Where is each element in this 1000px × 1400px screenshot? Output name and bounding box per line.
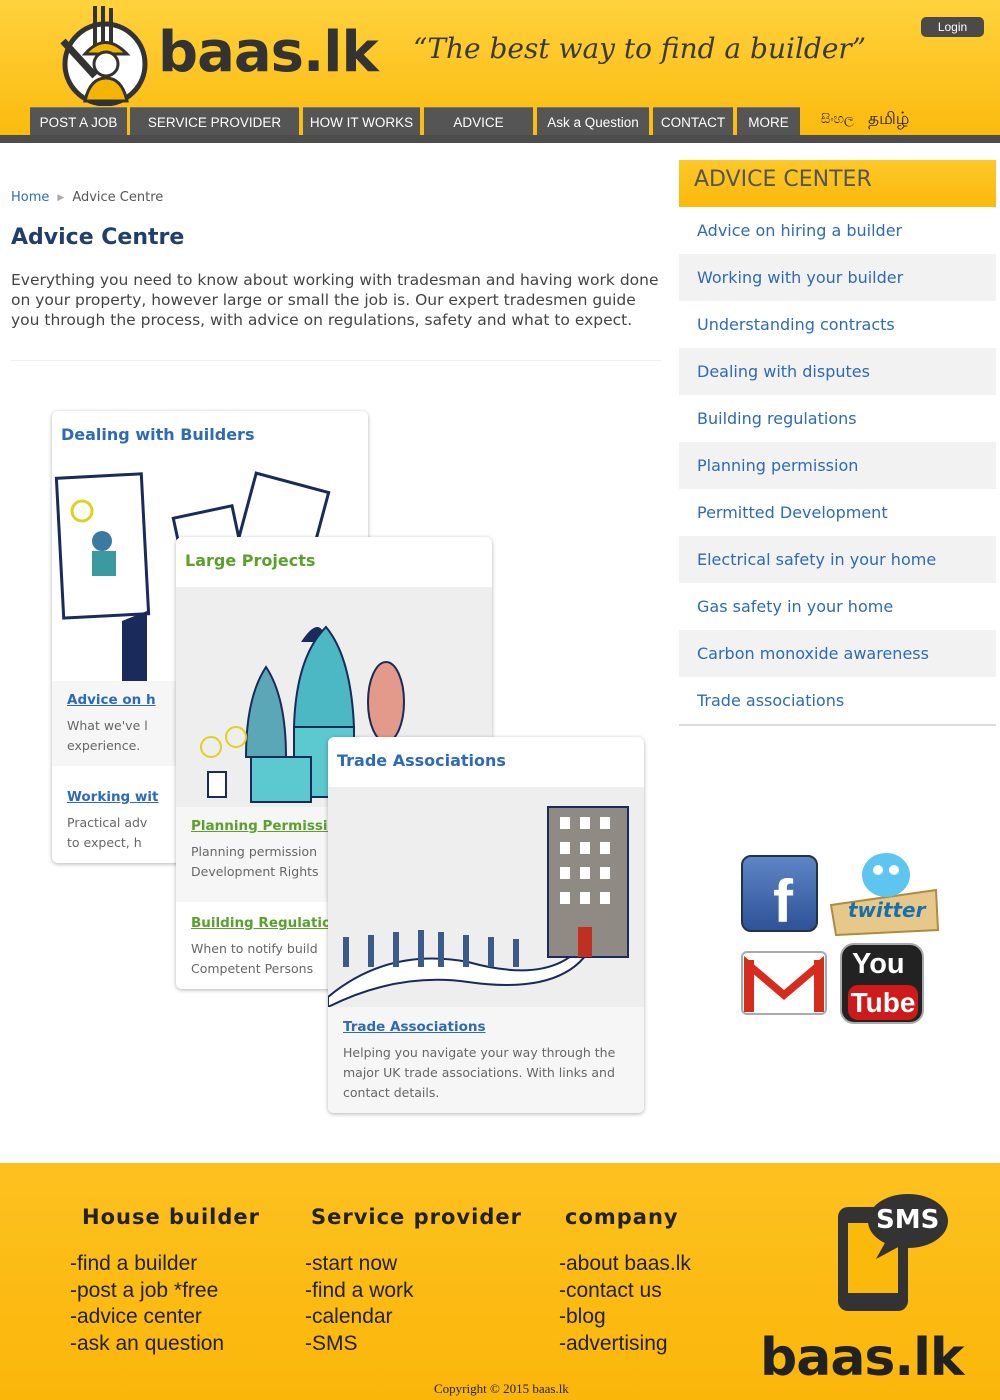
card-link[interactable]: Advice on h — [67, 692, 156, 708]
gmail-envelope-icon — [741, 951, 827, 1015]
facebook-icon[interactable]: f — [741, 855, 818, 935]
facebook-glyph: f — [773, 868, 793, 935]
youtube-icon[interactable]: You Tube — [840, 943, 924, 1024]
lang-tamil[interactable]: தமிழ் — [868, 109, 910, 131]
footer-link[interactable]: -find a work — [305, 1278, 414, 1305]
page-intro: Everything you need to know about workin… — [11, 271, 659, 329]
footer-list-company: -about baas.lk -contact us -blog -advert… — [559, 1251, 691, 1357]
breadcrumb-current: Advice Centre — [72, 190, 164, 205]
card-desc: Helping you navigate your way through th… — [343, 1045, 616, 1100]
youtube-label-bottom: Tube — [848, 985, 918, 1020]
advice-sidebar: ADVICE CENTER Advice on hiring a builder… — [679, 160, 996, 726]
card-title[interactable]: Large Projects — [185, 551, 315, 570]
building-queue-illustration — [328, 787, 644, 1007]
nav-more[interactable]: MORE — [737, 107, 800, 136]
sidebar-item-trade[interactable]: Trade associations — [679, 677, 996, 724]
twitter-icon[interactable]: twitter — [826, 850, 942, 937]
twitter-label: twitter — [848, 898, 926, 922]
footer-link[interactable]: -ask an question — [70, 1331, 224, 1358]
sidebar-item-carbon-monoxide[interactable]: Carbon monoxide awareness — [679, 630, 996, 677]
breadcrumb: Home ▶ Advice Centre — [11, 190, 163, 205]
footer-link[interactable]: -SMS — [305, 1331, 414, 1358]
nav-contact[interactable]: CONTACT — [653, 107, 733, 136]
footer-link[interactable]: -about baas.lk — [559, 1251, 691, 1278]
footer-link[interactable]: -advice center — [70, 1304, 224, 1331]
sidebar-item-planning[interactable]: Planning permission — [679, 442, 996, 489]
sms-phone-icon[interactable]: SMS — [836, 1193, 948, 1313]
footer-link[interactable]: -calendar — [305, 1304, 414, 1331]
footer-link[interactable]: -blog — [559, 1304, 691, 1331]
copyright: Copyright © 2015 baas.lk — [434, 1381, 569, 1396]
sidebar-item-hiring[interactable]: Advice on hiring a builder — [679, 207, 996, 254]
site-header: baas.lk “The best way to find a builder”… — [0, 0, 1000, 159]
tagline: “The best way to find a builder” — [413, 32, 867, 65]
card-desc: Practical adv to expect, h — [67, 815, 148, 850]
breadcrumb-home[interactable]: Home — [11, 190, 49, 205]
sidebar-item-gas[interactable]: Gas safety in your home — [679, 583, 996, 630]
card-link[interactable]: Planning Permissio — [191, 818, 337, 834]
nav-how-it-works[interactable]: HOW IT WORKS — [303, 107, 420, 136]
divider — [11, 360, 661, 361]
page-title: Advice Centre — [11, 225, 185, 250]
card-title[interactable]: Dealing with Builders — [61, 425, 254, 444]
footer-link[interactable]: -advertising — [559, 1331, 691, 1358]
card-link[interactable]: Working wit — [67, 789, 158, 805]
sidebar-item-working[interactable]: Working with your builder — [679, 254, 996, 301]
site-footer: House builder Service provider company -… — [0, 1163, 1000, 1400]
login-button[interactable]: Login — [921, 17, 984, 37]
footer-list-service-provider: -start now -find a work -calendar -SMS — [305, 1251, 414, 1357]
builder-logo-icon[interactable] — [55, 6, 155, 106]
lang-sinhala[interactable]: සිංහල — [821, 112, 854, 127]
nav-post-a-job[interactable]: POST A JOB — [30, 107, 127, 136]
sidebar-item-electrical[interactable]: Electrical safety in your home — [679, 536, 996, 583]
card-desc: Planning permission Development Rights — [191, 844, 319, 879]
footer-heading-company: company — [565, 1205, 679, 1229]
card-desc: What we've l experience. — [67, 718, 148, 753]
card-link[interactable]: Trade Associations — [343, 1019, 486, 1035]
card-title[interactable]: Trade Associations — [337, 751, 506, 770]
sidebar-item-contracts[interactable]: Understanding contracts — [679, 301, 996, 348]
card-trade-associations: Trade Associations Trade Associations He… — [328, 737, 644, 1113]
card-link[interactable]: Building Regulatio — [191, 915, 331, 931]
sms-label: SMS — [876, 1205, 940, 1235]
footer-heading-house-builder: House builder — [82, 1205, 261, 1229]
footer-heading-service-provider: Service provider — [311, 1205, 522, 1229]
footer-logo[interactable]: baas.lk — [760, 1328, 965, 1388]
sidebar-heading: ADVICE CENTER — [679, 160, 996, 207]
sidebar-item-disputes[interactable]: Dealing with disputes — [679, 348, 996, 395]
footer-link[interactable]: -post a job *free — [70, 1278, 224, 1305]
nav-advice-center[interactable]: ADVICE CENTER — [424, 107, 533, 159]
nav-service-provider-start[interactable]: SERVICE PROVIDER START — [130, 107, 299, 159]
footer-list-house-builder: -find a builder -post a job *free -advic… — [70, 1251, 224, 1357]
twitter-bird-icon — [829, 853, 940, 937]
sidebar-item-regulations[interactable]: Building regulations — [679, 395, 996, 442]
footer-link[interactable]: -contact us — [559, 1278, 691, 1305]
card-desc: When to notify build Competent Persons — [191, 941, 318, 976]
footer-link[interactable]: -find a builder — [70, 1251, 224, 1278]
breadcrumb-arrow-icon: ▶ — [57, 193, 65, 203]
sidebar-item-permitted[interactable]: Permitted Development — [679, 489, 996, 536]
footer-link[interactable]: -start now — [305, 1251, 414, 1278]
site-logo[interactable]: baas.lk — [158, 20, 379, 85]
nav-shadow-bar — [0, 135, 1000, 143]
nav-ask-a-question[interactable]: Ask a Question — [537, 107, 649, 136]
youtube-label-top: You — [852, 948, 905, 980]
gmail-icon[interactable] — [740, 950, 828, 1016]
